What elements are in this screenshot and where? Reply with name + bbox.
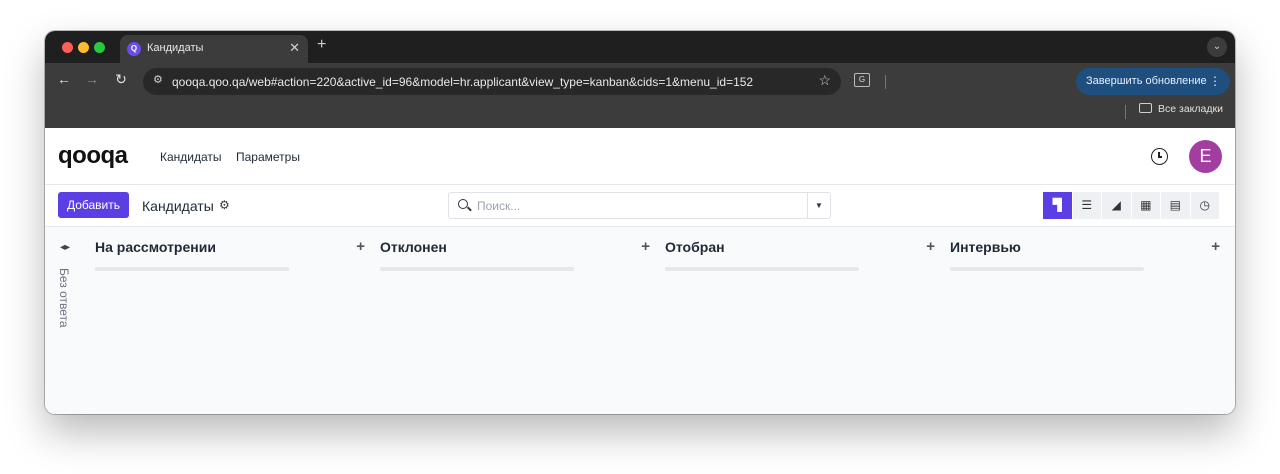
menu-item-settings[interactable]: Параметры — [236, 150, 300, 164]
maximize-window-button[interactable] — [94, 42, 105, 53]
search-options-toggle[interactable]: ▼ — [807, 193, 830, 218]
kanban-view-icon[interactable]: ▜ — [1043, 192, 1073, 219]
tab-close-icon[interactable]: ✕ — [289, 40, 300, 56]
calendar-view-icon[interactable]: ▦ — [1131, 192, 1161, 219]
column-title[interactable]: Интервью — [950, 239, 1021, 255]
kanban-board: ◂▸ Без ответа На рассмотрении + Отклонен… — [45, 227, 1235, 414]
toolbar-divider — [885, 75, 886, 89]
bookmark-star-icon[interactable]: ☆ — [818, 72, 831, 89]
menu-item-candidates[interactable]: Кандидаты — [160, 150, 222, 164]
folded-column[interactable]: ◂▸ Без ответа — [53, 242, 77, 328]
close-window-button[interactable] — [62, 42, 73, 53]
forward-button[interactable]: → — [82, 71, 102, 87]
control-panel: Добавить Кандидаты ⚙ ▼ ▜ ☰ ◢ ▦ ▤ ◷ — [45, 185, 1235, 227]
avatar[interactable]: E — [1189, 140, 1222, 173]
browser-tab[interactable]: Q Кандидаты ✕ — [120, 35, 308, 63]
column-progress-bar — [665, 267, 859, 271]
search-input[interactable] — [477, 197, 797, 215]
site-info-icon[interactable]: ⚙ — [153, 73, 163, 86]
column-title[interactable]: Отклонен — [380, 239, 447, 255]
app-navbar: qooqa Кандидаты Параметры E — [45, 128, 1235, 185]
browser-toolbar: ← → ↻ ⚙ qooqa.qoo.qa/web#action=220&acti… — [45, 63, 1235, 128]
pivot-view-icon[interactable]: ▤ — [1161, 192, 1191, 219]
app-logo[interactable]: qooqa — [58, 142, 128, 170]
column-title[interactable]: На рассмотрении — [95, 239, 216, 255]
activity-view-icon[interactable]: ◷ — [1190, 192, 1220, 219]
expand-column-icon[interactable]: ◂▸ — [53, 242, 77, 253]
folded-column-label: Без ответа — [57, 268, 71, 328]
finish-update-button[interactable]: Завершить обновление ⋮ — [1076, 68, 1230, 95]
tab-title: Кандидаты — [147, 42, 204, 54]
search-icon — [458, 199, 468, 209]
column-add-icon[interactable]: + — [356, 238, 365, 255]
add-button[interactable]: Добавить — [58, 192, 129, 218]
column-progress-bar — [95, 267, 289, 271]
breadcrumb: Кандидаты — [142, 198, 214, 214]
column-progress-bar — [950, 267, 1144, 271]
view-switcher: ▜ ☰ ◢ ▦ ▤ ◷ — [1043, 192, 1220, 219]
column-add-icon[interactable]: + — [641, 238, 650, 255]
bookmarks-divider — [1125, 105, 1126, 119]
all-bookmarks-label: Все закладки — [1158, 103, 1223, 115]
tab-strip: Q Кандидаты ✕ + ⌄ — [45, 31, 1235, 63]
tab-search-button[interactable]: ⌄ — [1207, 37, 1227, 57]
folder-icon — [1139, 103, 1152, 113]
gear-icon[interactable]: ⚙ — [219, 198, 230, 212]
back-button[interactable]: ← — [54, 71, 74, 87]
column-title[interactable]: Отобран — [665, 239, 725, 255]
finish-update-label: Завершить обновление — [1086, 75, 1207, 87]
new-tab-button[interactable]: + — [317, 36, 326, 54]
reload-button[interactable]: ↻ — [111, 71, 131, 88]
translate-icon[interactable]: G — [854, 73, 870, 87]
address-bar[interactable]: ⚙ qooqa.qoo.qa/web#action=220&active_id=… — [143, 68, 841, 95]
list-view-icon[interactable]: ☰ — [1072, 192, 1102, 219]
graph-view-icon[interactable]: ◢ — [1102, 192, 1132, 219]
all-bookmarks-button[interactable]: Все закладки — [1139, 103, 1223, 115]
column-add-icon[interactable]: + — [1211, 238, 1220, 255]
column-progress-bar — [380, 267, 574, 271]
column-add-icon[interactable]: + — [926, 238, 935, 255]
more-menu-icon[interactable]: ⋮ — [1209, 68, 1221, 95]
browser-window: Q Кандидаты ✕ + ⌄ ← → ↻ ⚙ qooqa.qoo.qa/w… — [45, 31, 1235, 414]
app: qooqa Кандидаты Параметры E Добавить Кан… — [45, 128, 1235, 414]
clock-icon[interactable] — [1151, 148, 1168, 165]
minimize-window-button[interactable] — [78, 42, 89, 53]
url-text[interactable]: qooqa.qoo.qa/web#action=220&active_id=96… — [172, 75, 753, 89]
favicon-icon: Q — [127, 42, 141, 56]
search-box: ▼ — [448, 192, 831, 219]
